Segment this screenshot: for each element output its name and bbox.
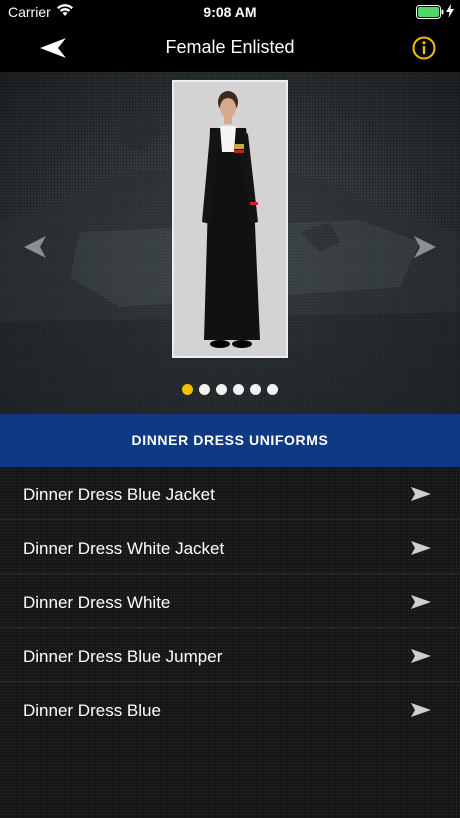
page-dot[interactable] [250, 384, 261, 395]
list-item-label: Dinner Dress White Jacket [23, 539, 225, 558]
list-item[interactable]: Dinner Dress White Jacket [0, 521, 460, 574]
page-dot[interactable] [267, 384, 278, 395]
list-item-label: Dinner Dress Blue Jumper [23, 647, 223, 666]
navigation-bar: Female Enlisted [0, 24, 460, 72]
list-item[interactable]: Dinner Dress Blue [0, 683, 460, 736]
list-item-label: Dinner Dress Blue [23, 701, 161, 720]
page-indicator [0, 384, 460, 396]
chevron-arrow-icon [410, 702, 432, 723]
battery-icon [416, 5, 444, 24]
list-item[interactable]: Dinner Dress Blue Jacket [0, 467, 460, 520]
list-item[interactable]: Dinner Dress Blue Jumper [0, 629, 460, 682]
charging-icon [446, 4, 454, 23]
info-icon[interactable] [412, 36, 436, 60]
chevron-arrow-icon [410, 486, 432, 507]
page-dot[interactable] [199, 384, 210, 395]
section-header: DINNER DRESS UNIFORMS [0, 414, 460, 467]
uniform-figure-image [174, 82, 286, 356]
uniform-list: Dinner Dress Blue Jacket Dinner Dress Wh… [0, 467, 460, 818]
list-item[interactable]: Dinner Dress White [0, 575, 460, 628]
clock-label: 9:08 AM [203, 4, 257, 20]
list-item-label: Dinner Dress Blue Jacket [23, 485, 215, 504]
next-arrow-icon[interactable] [412, 234, 438, 260]
chevron-arrow-icon [410, 648, 432, 669]
page-dot[interactable] [216, 384, 227, 395]
previous-arrow-icon[interactable] [22, 234, 48, 260]
uniform-photo[interactable] [172, 80, 288, 358]
page-dot[interactable] [233, 384, 244, 395]
page-dot[interactable] [182, 384, 193, 395]
list-item-label: Dinner Dress White [23, 593, 171, 612]
uniform-carousel[interactable] [0, 72, 460, 414]
status-bar: Carrier 9:08 AM [0, 0, 460, 24]
section-title: DINNER DRESS UNIFORMS [131, 432, 329, 448]
chevron-arrow-icon [410, 594, 432, 615]
page-title: Female Enlisted [165, 37, 295, 57]
chevron-arrow-icon [410, 540, 432, 561]
